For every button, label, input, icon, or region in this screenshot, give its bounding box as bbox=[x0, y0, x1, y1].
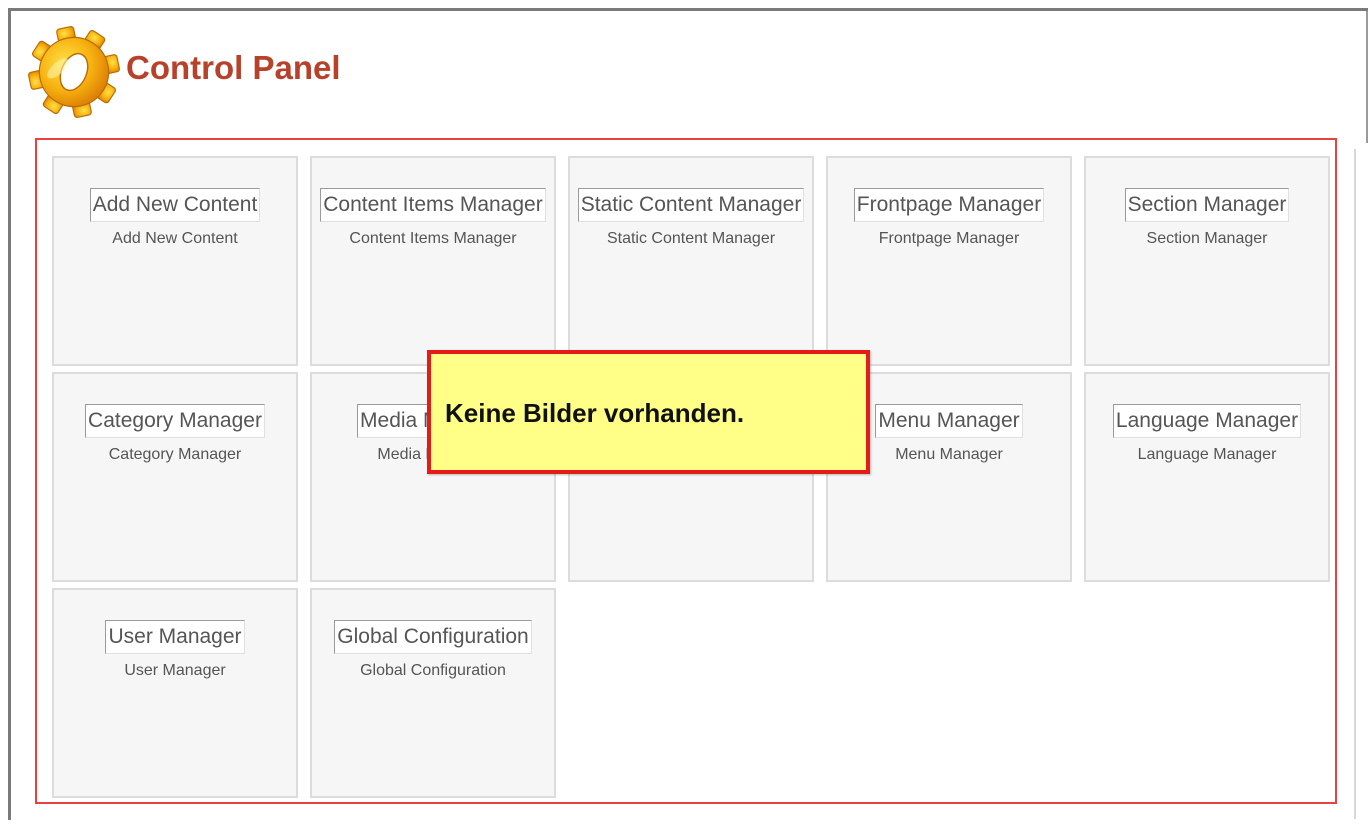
tile-category-manager[interactable]: Category Manager Category Manager bbox=[52, 372, 298, 582]
tile-user-manager[interactable]: User Manager User Manager bbox=[52, 588, 298, 798]
content-items-manager-icon[interactable]: Content Items Manager bbox=[320, 188, 546, 222]
tile-static-content-manager[interactable]: Static Content Manager Static Content Ma… bbox=[568, 156, 814, 366]
menu-manager-icon[interactable]: Menu Manager bbox=[875, 404, 1023, 438]
frontpage-manager-icon[interactable]: Frontpage Manager bbox=[853, 188, 1045, 222]
tile-label[interactable]: Menu Manager bbox=[895, 446, 1003, 464]
page-header: Control Panel bbox=[26, 22, 341, 122]
tile-label[interactable]: Global Configuration bbox=[360, 662, 506, 680]
tile-label[interactable]: User Manager bbox=[124, 662, 225, 680]
user-manager-icon[interactable]: User Manager bbox=[105, 620, 245, 654]
global-configuration-icon[interactable]: Global Configuration bbox=[334, 620, 532, 654]
tile-label[interactable]: Category Manager bbox=[109, 446, 242, 464]
section-manager-icon[interactable]: Section Manager bbox=[1124, 188, 1290, 222]
tile-label[interactable]: Frontpage Manager bbox=[879, 230, 1020, 248]
tile-language-manager[interactable]: Language Manager Language Manager bbox=[1084, 372, 1330, 582]
language-manager-icon[interactable]: Language Manager bbox=[1112, 404, 1302, 438]
gear-icon bbox=[28, 26, 120, 118]
page-title: Control Panel bbox=[126, 49, 341, 86]
tile-label[interactable]: Add New Content bbox=[112, 230, 237, 248]
tile-frontpage-manager[interactable]: Frontpage Manager Frontpage Manager bbox=[826, 156, 1072, 366]
no-images-alert: Keine Bilder vorhanden. bbox=[427, 350, 870, 474]
tile-add-new-content[interactable]: Add New Content Add New Content bbox=[52, 156, 298, 366]
tile-label[interactable]: Language Manager bbox=[1138, 446, 1277, 464]
category-manager-icon[interactable]: Category Manager bbox=[85, 404, 265, 438]
add-new-content-icon[interactable]: Add New Content bbox=[89, 188, 261, 222]
tile-label[interactable]: Content Items Manager bbox=[349, 230, 516, 248]
tile-label[interactable]: Static Content Manager bbox=[607, 230, 775, 248]
window-edge bbox=[1366, 11, 1368, 143]
content-edge bbox=[1354, 149, 1356, 819]
tile-label[interactable]: Section Manager bbox=[1147, 230, 1268, 248]
static-content-manager-icon[interactable]: Static Content Manager bbox=[577, 188, 805, 222]
alert-message: Keine Bilder vorhanden. bbox=[445, 398, 745, 428]
tile-content-items-manager[interactable]: Content Items Manager Content Items Mana… bbox=[310, 156, 556, 366]
tile-section-manager[interactable]: Section Manager Section Manager bbox=[1084, 156, 1330, 366]
control-panel-grid: Add New Content Add New Content Content … bbox=[52, 156, 1330, 798]
tile-global-configuration[interactable]: Global Configuration Global Configuratio… bbox=[310, 588, 556, 798]
